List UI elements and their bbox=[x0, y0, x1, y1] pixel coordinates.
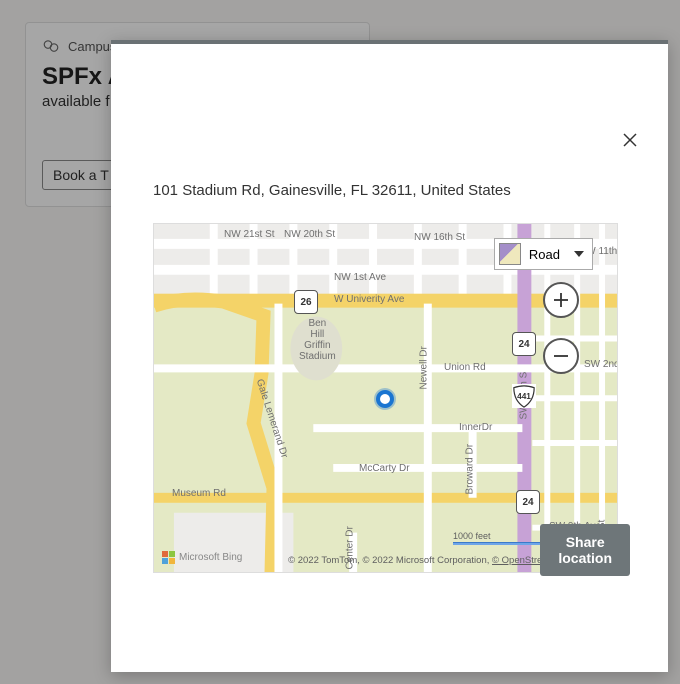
street-label: McCarty Dr bbox=[359, 463, 410, 474]
map-type-thumb-icon bbox=[499, 243, 521, 265]
location-modal: 101 Stadium Rd, Gainesville, FL 32611, U… bbox=[111, 40, 668, 672]
street-label: NW 1st Ave bbox=[334, 272, 386, 283]
close-button[interactable] bbox=[620, 130, 640, 150]
map-type-selector[interactable]: Road bbox=[494, 238, 593, 270]
map-type-label: Road bbox=[529, 247, 560, 262]
chevron-down-icon bbox=[574, 251, 584, 257]
street-label: Union Rd bbox=[444, 362, 486, 373]
close-icon bbox=[623, 133, 637, 147]
highway-badge-441: 441 bbox=[512, 384, 536, 408]
poi-stadium: Ben Hill Griffin Stadium bbox=[299, 318, 336, 362]
map-provider-logo: Microsoft Bing bbox=[162, 551, 242, 564]
modal-content: 101 Stadium Rd, Gainesville, FL 32611, U… bbox=[153, 182, 630, 642]
highway-badge-26: 26 bbox=[294, 290, 318, 314]
location-address: 101 Stadium Rd, Gainesville, FL 32611, U… bbox=[153, 182, 630, 199]
highway-badge-24b: 24 bbox=[516, 490, 540, 514]
map-container[interactable]: NW 21st St NW 20th St NW 16th St NW 11th… bbox=[153, 223, 618, 573]
street-label: NW 21st St bbox=[224, 229, 275, 240]
street-label: Broward Dr bbox=[465, 444, 476, 495]
highway-badge-24: 24 bbox=[512, 332, 536, 356]
provider-label: Microsoft Bing bbox=[179, 552, 242, 563]
zoom-in-button[interactable] bbox=[543, 282, 579, 318]
zoom-controls bbox=[543, 282, 579, 374]
street-label: NW 20th St bbox=[284, 229, 335, 240]
street-label: Museum Rd bbox=[172, 488, 226, 499]
location-marker bbox=[376, 390, 394, 408]
minus-icon bbox=[552, 347, 570, 365]
street-label: NW 16th St bbox=[414, 232, 465, 243]
street-label: W Univerity Ave bbox=[334, 294, 404, 305]
street-label: InnerDr bbox=[459, 422, 492, 433]
street-label: SW 2nd bbox=[584, 359, 618, 370]
plus-icon bbox=[552, 291, 570, 309]
svg-text:441: 441 bbox=[517, 391, 531, 401]
scale-feet: 1000 feet bbox=[453, 531, 491, 541]
microsoft-icon bbox=[162, 551, 175, 564]
share-location-button[interactable]: Share location bbox=[540, 524, 630, 576]
zoom-out-button[interactable] bbox=[543, 338, 579, 374]
street-label: Newell Dr bbox=[419, 346, 430, 389]
